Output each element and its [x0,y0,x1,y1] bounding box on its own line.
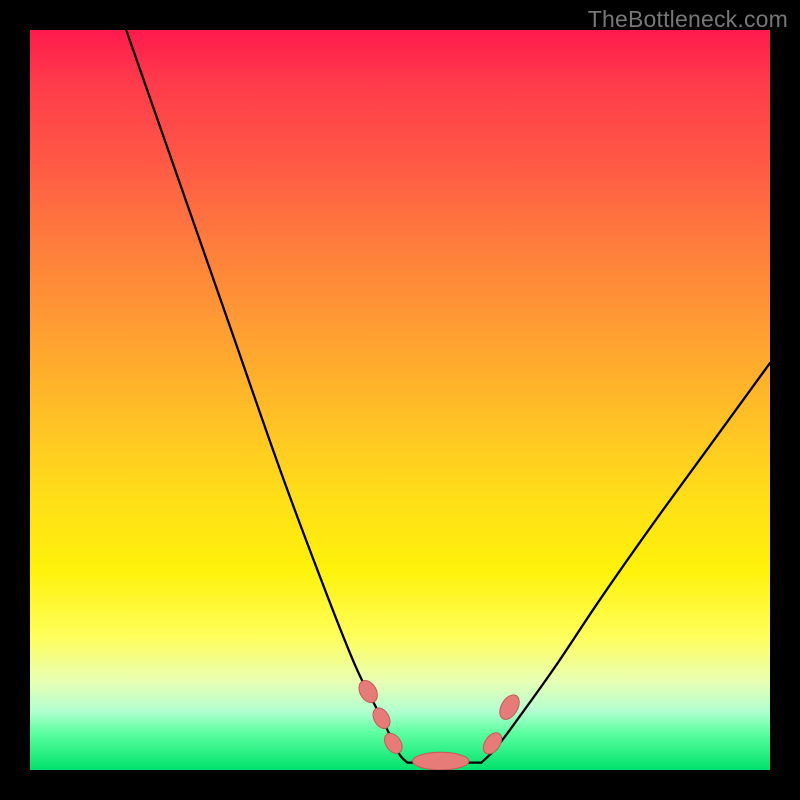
data-marker-0 [355,677,381,706]
data-marker-3 [413,752,469,770]
watermark-text: TheBottleneck.com [588,6,788,33]
chart-frame: TheBottleneck.com [0,0,800,800]
chart-svg [30,30,770,770]
series-left-curve [126,30,407,763]
data-marker-2 [381,730,406,757]
data-marker-1 [370,705,394,732]
curve-layer [126,30,770,763]
data-marker-4 [480,729,506,757]
marker-layer [355,677,523,770]
plot-area [30,30,770,770]
series-right-curve [481,363,770,763]
